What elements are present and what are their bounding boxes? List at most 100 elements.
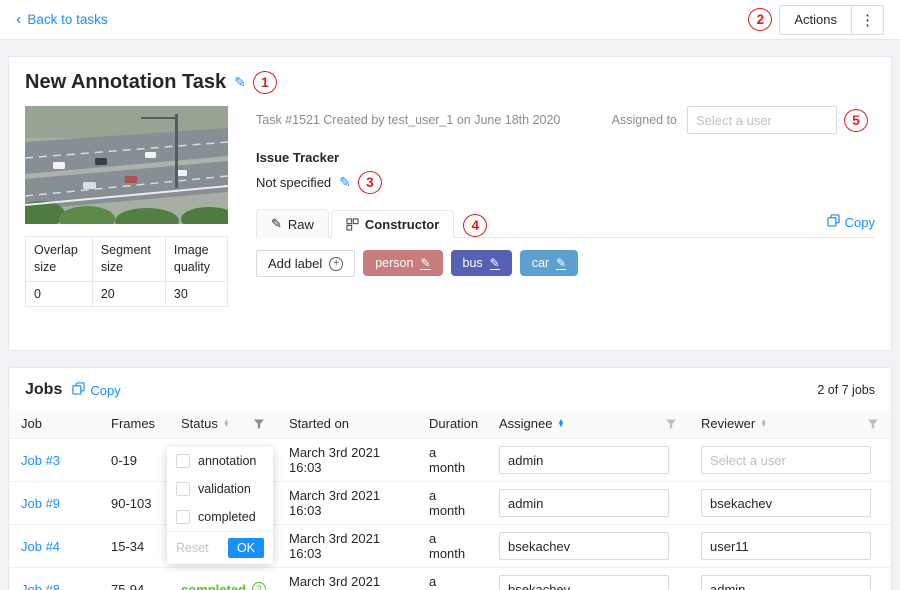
filter-ok-button[interactable]: OK — [228, 538, 264, 558]
add-label-button[interactable]: Add label + — [256, 250, 355, 277]
job-4-reviewer-input[interactable] — [701, 532, 871, 560]
more-actions-button[interactable]: ⋮ — [851, 6, 883, 34]
issue-tracker-label: Issue Tracker — [256, 150, 875, 165]
issue-tracker-block: Issue Tracker Not specified ✎ 3 — [256, 150, 875, 194]
filter-reset-button[interactable]: Reset — [176, 541, 209, 555]
job-8-duration: a month — [429, 574, 465, 590]
job-8-assignee-input[interactable] — [499, 575, 669, 590]
assigned-to-input[interactable] — [687, 106, 837, 134]
jobs-title: Jobs — [25, 381, 62, 399]
filter-option-completed-label: completed — [198, 510, 256, 524]
reviewer-sort-icon[interactable]: ▲▼ — [760, 420, 767, 428]
assignee-filter-icon[interactable] — [657, 418, 677, 430]
edit-label-person-icon[interactable]: ✎ — [420, 257, 430, 270]
param-header-segment: Segment size — [92, 237, 165, 282]
job-9-duration: a month — [429, 488, 465, 518]
param-header-quality: Image quality — [165, 237, 227, 282]
column-duration: Duration — [429, 416, 478, 431]
assignee-sort-icon[interactable]: ▲▼ — [557, 420, 564, 428]
copy-icon — [72, 382, 85, 398]
column-frames: Frames — [111, 416, 155, 431]
job-8-status-text: completed — [181, 582, 246, 590]
copy-jobs-link[interactable]: Copy — [72, 382, 120, 398]
job-8-reviewer-input[interactable] — [701, 575, 871, 590]
job-4-frames: 15-34 — [111, 539, 144, 554]
column-started-on: Started on — [289, 416, 349, 431]
filter-option-validation-label: validation — [198, 482, 251, 496]
labels-editor: ✎ Raw Constructor 4 — [256, 208, 875, 334]
status-filter-icon[interactable] — [245, 418, 265, 430]
job-row-8: Job #8 75-94 completed ? March 3rd 2021 … — [9, 568, 891, 590]
label-chip-person[interactable]: person ✎ — [363, 250, 442, 276]
job-3-link[interactable]: Job #3 — [21, 453, 60, 468]
jobs-table: Job Frames Status ▲▼ Started on Duration — [9, 409, 891, 590]
back-label: Back to tasks — [27, 12, 107, 27]
job-4-link[interactable]: Job #4 — [21, 539, 60, 554]
param-value-overlap: 0 — [26, 281, 93, 306]
label-chip-car[interactable]: car ✎ — [520, 250, 578, 276]
edit-task-name-icon[interactable]: ✎ — [234, 74, 246, 91]
filter-dropdown-footer: Reset OK — [167, 531, 273, 564]
job-9-link[interactable]: Job #9 — [21, 496, 60, 511]
annotation-marker-2: 2 — [748, 8, 772, 31]
job-4-duration: a month — [429, 531, 465, 561]
actions-button[interactable]: Actions — [780, 6, 851, 34]
job-3-duration: a month — [429, 445, 465, 475]
label-chip-bus[interactable]: bus ✎ — [451, 250, 512, 276]
task-left-column: Overlap size Segment size Image quality … — [25, 106, 228, 334]
checkbox-completed — [176, 510, 190, 524]
annotation-marker-4: 4 — [463, 214, 487, 237]
question-circle-icon[interactable]: ? — [252, 582, 266, 590]
assigned-to-label: Assigned to — [612, 113, 677, 127]
jobs-table-header-row: Job Frames Status ▲▼ Started on Duration — [9, 409, 891, 439]
annotation-marker-3: 3 — [358, 171, 382, 194]
task-title: New Annotation Task — [25, 71, 226, 94]
annotation-marker-5: 5 — [844, 109, 868, 132]
job-row-4: Job #4 15-34 March 3rd 2021 16:03 a mont… — [9, 525, 891, 568]
task-preview-image — [25, 106, 228, 224]
copy-icon — [827, 214, 840, 230]
job-3-reviewer-input[interactable] — [701, 446, 871, 474]
edit-label-bus-icon[interactable]: ✎ — [490, 257, 500, 270]
tab-raw[interactable]: ✎ Raw — [256, 209, 329, 238]
back-to-tasks-link[interactable]: ‹ Back to tasks — [16, 12, 108, 28]
label-chip-person-name: person — [375, 256, 413, 270]
edit-issue-tracker-icon[interactable]: ✎ — [339, 174, 351, 191]
topbar-actions: 2 Actions ⋮ — [741, 5, 884, 35]
labels-list: Add label + person ✎ bus ✎ car — [256, 238, 875, 334]
reviewer-filter-icon[interactable] — [859, 418, 879, 430]
filter-option-validation[interactable]: validation — [167, 475, 273, 503]
column-job: Job — [21, 416, 42, 431]
job-9-assignee-input[interactable] — [499, 489, 669, 517]
job-3-assignee-input[interactable] — [499, 446, 669, 474]
status-filter-dropdown: annotation validation completed Reset OK — [167, 447, 273, 564]
tab-constructor[interactable]: Constructor — [331, 210, 454, 238]
job-3-frames: 0-19 — [111, 453, 137, 468]
filter-option-completed[interactable]: completed — [167, 503, 273, 531]
edit-label-car-icon[interactable]: ✎ — [556, 257, 566, 270]
status-sort-icon[interactable]: ▲▼ — [223, 420, 230, 428]
column-status: Status — [181, 416, 218, 431]
column-assignee: Assignee — [499, 416, 552, 431]
jobs-card: Jobs Copy 2 of 7 jobs Job Frames — [8, 367, 892, 590]
copy-labels-label: Copy — [845, 215, 875, 230]
checkbox-annotation — [176, 454, 190, 468]
job-9-reviewer-input[interactable] — [701, 489, 871, 517]
topbar: ‹ Back to tasks 2 Actions ⋮ — [0, 0, 900, 40]
labels-tabs-bar: ✎ Raw Constructor 4 — [256, 208, 875, 238]
filter-option-annotation[interactable]: annotation — [167, 447, 273, 475]
copy-jobs-label: Copy — [90, 383, 120, 398]
job-4-assignee-input[interactable] — [499, 532, 669, 560]
column-reviewer: Reviewer — [701, 416, 755, 431]
job-8-link[interactable]: Job #8 — [21, 582, 60, 590]
label-chip-bus-name: bus — [463, 256, 483, 270]
kebab-menu-icon: ⋮ — [860, 12, 875, 29]
chevron-left-icon: ‹ — [16, 12, 21, 28]
label-chip-car-name: car — [532, 256, 549, 270]
tab-constructor-label: Constructor — [365, 217, 439, 232]
task-details-card: New Annotation Task ✎ 1 — [8, 56, 892, 351]
copy-labels-link[interactable]: Copy — [827, 214, 875, 230]
job-4-started: March 3rd 2021 16:03 — [289, 531, 380, 561]
job-row-3: Job #3 0-19 March 3rd 2021 16:03 a month — [9, 439, 891, 482]
param-value-segment: 20 — [92, 281, 165, 306]
